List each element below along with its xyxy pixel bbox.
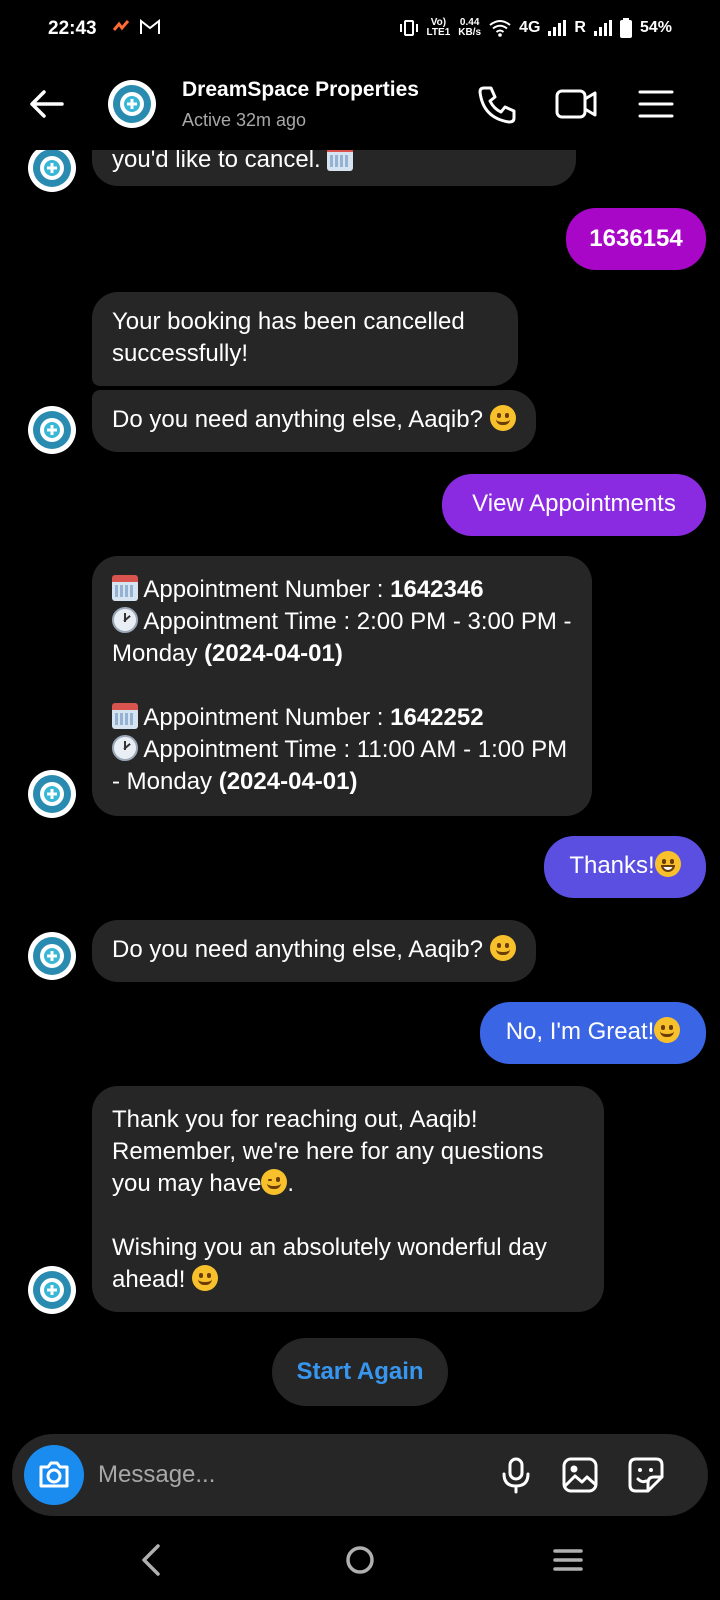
contact-avatar[interactable] [108, 80, 156, 128]
clock-emoji-icon [112, 735, 138, 761]
gallery-icon[interactable] [560, 1455, 600, 1495]
smile-emoji-icon [489, 405, 516, 431]
appointment-2: Appointment Number : 1642252 Appointment… [112, 703, 568, 795]
sender-avatar [28, 406, 76, 454]
menu-icon[interactable] [634, 82, 678, 126]
smile-emoji-icon [654, 1017, 681, 1043]
message-outgoing[interactable]: View Appointments [442, 474, 706, 536]
microphone-icon[interactable] [496, 1455, 536, 1495]
vibrate-icon [399, 20, 418, 36]
camera-button[interactable] [24, 1445, 84, 1505]
sender-avatar [28, 932, 76, 980]
battery-percent: 54% [639, 19, 672, 36]
sender-avatar [28, 770, 76, 818]
camera-icon [39, 1461, 69, 1488]
nav-recents-icon[interactable] [546, 1538, 590, 1582]
nav-home-icon[interactable] [338, 1538, 382, 1582]
signal-icon-2 [593, 20, 612, 36]
network-type: 4G [519, 19, 541, 36]
video-call-icon[interactable] [554, 82, 598, 126]
clock-emoji-icon [112, 607, 138, 633]
sender-avatar [28, 144, 76, 192]
chat-header: DreamSpace Properties Active 32m ago [0, 58, 720, 150]
message-composer [12, 1434, 708, 1516]
network-speed: 0.44 KB/s [458, 17, 482, 38]
message-outgoing[interactable]: Thanks! [544, 836, 706, 898]
missed-call-icon [112, 20, 130, 31]
appointment-1: Appointment Number : 1642346 Appointment… [112, 575, 572, 667]
nav-back-icon[interactable] [130, 1538, 174, 1582]
signal-icon [548, 20, 567, 36]
message-outgoing[interactable]: No, I'm Great! [480, 1002, 706, 1064]
back-arrow-icon[interactable] [26, 84, 66, 124]
volte-indicator: Vo) LTE1 [426, 17, 451, 38]
contact-status: Active 32m ago [182, 110, 307, 130]
smile-emoji-icon [192, 1265, 219, 1291]
message-outgoing[interactable]: 1636154 [566, 208, 706, 270]
phone-call-icon[interactable] [476, 82, 520, 126]
calendar-emoji-icon [112, 575, 138, 601]
gmail-icon [140, 19, 160, 34]
status-bar: 22:43 Vo) LTE1 0.44 KB/s 4G R 54% [0, 0, 720, 58]
sender-avatar [28, 1266, 76, 1314]
message-incoming[interactable]: Thank you for reaching out, Aaqib! Remem… [92, 1086, 604, 1312]
calendar-emoji-icon [112, 703, 138, 729]
status-time: 22:43 [48, 18, 97, 39]
message-incoming[interactable]: Do you need anything else, Aaqib? [92, 920, 536, 982]
sticker-icon[interactable] [626, 1455, 666, 1495]
system-nav-bar [0, 1520, 720, 1600]
wink-emoji-icon [261, 1169, 288, 1195]
start-again-button[interactable]: Start Again [272, 1338, 448, 1406]
contact-name[interactable]: DreamSpace Properties [182, 78, 419, 102]
battery-icon [619, 18, 632, 38]
wifi-icon [489, 20, 511, 37]
roaming-indicator: R [574, 19, 586, 36]
grin-emoji-icon [654, 851, 681, 877]
message-input[interactable] [98, 1434, 478, 1516]
message-incoming[interactable]: Your booking has been cancelled successf… [92, 292, 518, 386]
message-appointments[interactable]: Appointment Number : 1642346 Appointment… [92, 556, 592, 816]
message-incoming[interactable]: Do you need anything else, Aaqib? [92, 390, 536, 452]
smile-emoji-icon [489, 935, 516, 961]
